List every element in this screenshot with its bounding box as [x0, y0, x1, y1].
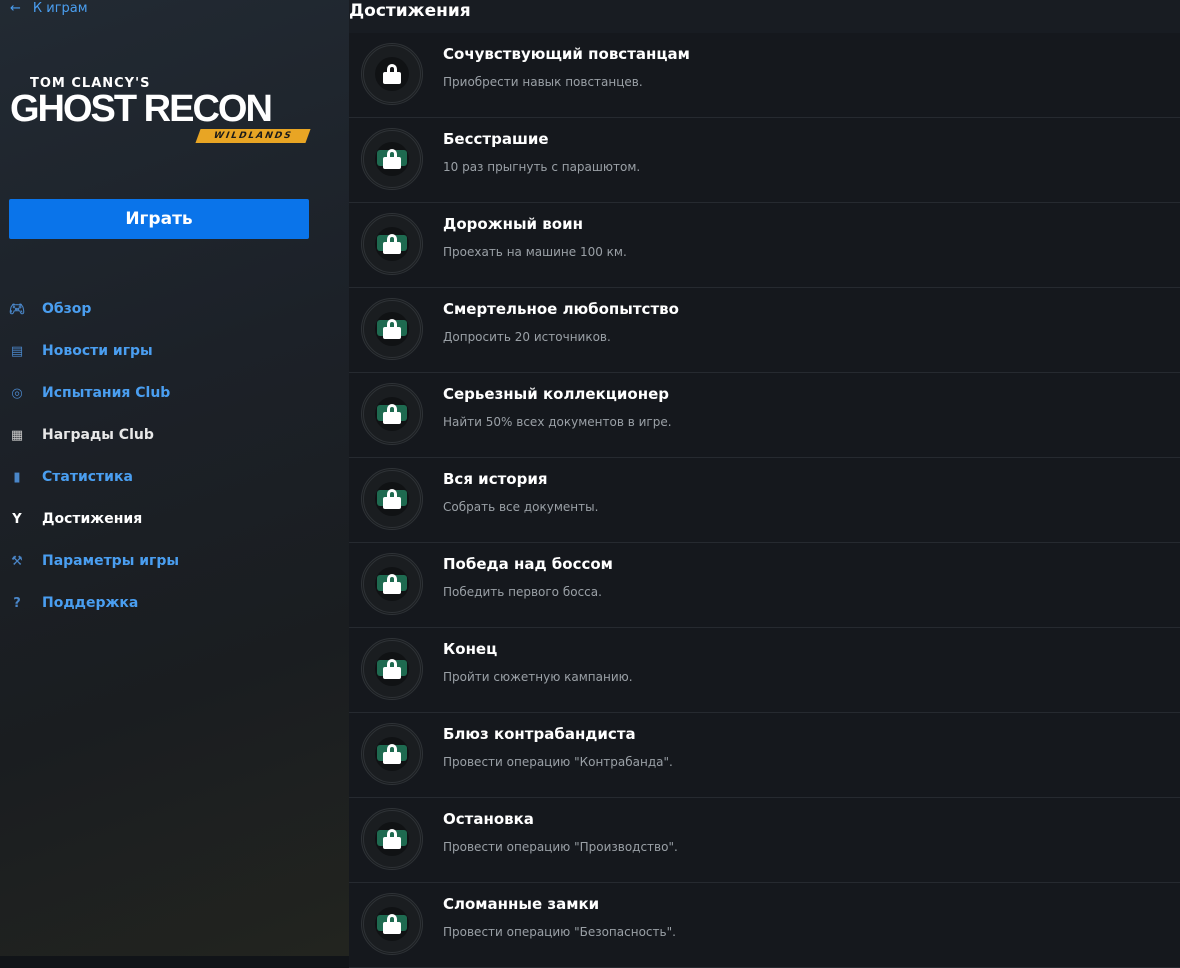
sidebar: ← К играм TOM CLANCY'S GHOST RECON WILDL… [0, 0, 349, 956]
achievement-description: Пройти сюжетную кампанию. [443, 670, 633, 684]
achievement-description: Победить первого босса. [443, 585, 602, 599]
achievement-row[interactable]: Вся история Собрать все документы. [349, 458, 1180, 543]
achievement-name: Дорожный воин [443, 215, 583, 233]
achievement-row[interactable]: Остановка Провести операцию "Производств… [349, 798, 1180, 883]
achievement-badge [361, 553, 423, 615]
wrench-icon: ⚒ [11, 553, 23, 569]
achievement-badge [361, 808, 423, 870]
achievement-badge [361, 638, 423, 700]
lock-icon [383, 319, 401, 339]
achievement-name: Смертельное любопытство [443, 300, 679, 318]
achievement-row[interactable]: Блюз контрабандиста Провести операцию "К… [349, 713, 1180, 798]
lock-icon [383, 574, 401, 594]
achievement-row[interactable]: Победа над боссом Победить первого босса… [349, 543, 1180, 628]
achievement-badge [361, 723, 423, 785]
achievement-badge [361, 298, 423, 360]
achievement-description: Допросить 20 источников. [443, 330, 611, 344]
play-button[interactable]: Играть [9, 199, 309, 239]
game-logo: TOM CLANCY'S GHOST RECON WILDLANDS [10, 72, 311, 144]
sidebar-item[interactable]: ◎ Испытания Club [9, 385, 170, 401]
arrow-left-icon: ← [10, 1, 21, 16]
achievement-name: Серьезный коллекционер [443, 385, 669, 403]
achievement-description: Провести операцию "Производство". [443, 840, 678, 854]
news-icon: ▤ [10, 343, 24, 359]
achievement-row[interactable]: Сломанные замки Провести операцию "Безоп… [349, 883, 1180, 968]
lock-icon [383, 64, 401, 84]
achievement-name: Бесстрашие [443, 130, 549, 148]
sidebar-item-label: Поддержка [42, 595, 139, 611]
sidebar-item[interactable]: Y Достижения [9, 511, 142, 527]
lock-icon [383, 404, 401, 424]
medal-icon: Y [12, 511, 22, 527]
sidebar-item-label: Обзор [42, 301, 92, 317]
sidebar-item-label: Испытания Club [42, 385, 171, 401]
bar-chart-icon: ▮ [13, 469, 21, 485]
back-label: К играм [32, 1, 88, 16]
sidebar-item-label: Новости игры [42, 343, 153, 359]
achievement-name: Победа над боссом [443, 555, 613, 573]
achievement-name: Сломанные замки [443, 895, 600, 913]
achievement-name: Блюз контрабандиста [443, 725, 636, 743]
achievement-description: Собрать все документы. [443, 500, 599, 514]
achievement-badge [361, 213, 423, 275]
achievement-description: Приобрести навык повстанцев. [443, 75, 643, 89]
achievement-badge [361, 893, 423, 955]
sidebar-item-label: Параметры игры [42, 553, 180, 569]
sidebar-item[interactable]: ▦ Награды Club [9, 427, 154, 443]
achievement-row[interactable]: Смертельное любопытство Допросить 20 ист… [349, 288, 1180, 373]
achievement-row[interactable]: Дорожный воин Проехать на машине 100 км. [349, 203, 1180, 288]
achievement-name: Остановка [443, 810, 534, 828]
achievement-description: 10 раз прыгнуть с парашютом. [443, 160, 641, 174]
achievement-description: Провести операцию "Безопасность". [443, 925, 676, 939]
sidebar-item[interactable]: ⚒ Параметры игры [9, 553, 179, 569]
achievements-panel: Достижения Сочувствующий повстанцам Прио… [349, 0, 1180, 968]
page-title: Достижения [349, 0, 1180, 33]
sidebar-item[interactable]: ? Поддержка [9, 595, 138, 611]
achievement-badge [361, 383, 423, 445]
lock-icon [383, 489, 401, 509]
achievement-row[interactable]: Бесстрашие 10 раз прыгнуть с парашютом. [349, 118, 1180, 203]
logo-line2: GHOST RECON [10, 88, 273, 130]
sidebar-item-label: Награды Club [42, 427, 154, 443]
lock-icon [383, 829, 401, 849]
target-icon: ◎ [11, 385, 23, 401]
help-icon: ? [13, 595, 21, 611]
logo-line3: WILDLANDS [195, 129, 311, 143]
achievement-description: Найти 50% всех документов в игре. [443, 415, 672, 429]
sidebar-item[interactable]: 🎮︎ Обзор [9, 301, 91, 317]
lock-icon [383, 149, 401, 169]
achievement-badge [361, 468, 423, 530]
lock-icon [383, 659, 401, 679]
lock-icon [383, 744, 401, 764]
achievement-badge [361, 128, 423, 190]
sidebar-item-label: Статистика [42, 469, 133, 485]
sidebar-item-label: Достижения [42, 511, 143, 527]
achievement-row[interactable]: Сочувствующий повстанцам Приобрести навы… [349, 33, 1180, 118]
lock-icon [383, 234, 401, 254]
achievement-name: Конец [443, 640, 498, 658]
achievement-description: Провести операцию "Контрабанда". [443, 755, 673, 769]
sidebar-item[interactable]: ▤ Новости игры [9, 343, 153, 359]
achievement-name: Сочувствующий повстанцам [443, 45, 690, 63]
achievement-name: Вся история [443, 470, 548, 488]
achievement-row[interactable]: Конец Пройти сюжетную кампанию. [349, 628, 1180, 713]
gift-icon: ▦ [10, 427, 24, 443]
back-to-games-link[interactable]: ← К играм [10, 1, 88, 16]
lock-icon [383, 914, 401, 934]
sidebar-item[interactable]: ▮ Статистика [9, 469, 133, 485]
achievement-badge [361, 43, 423, 105]
achievement-description: Проехать на машине 100 км. [443, 245, 627, 259]
achievement-row[interactable]: Серьезный коллекционер Найти 50% всех до… [349, 373, 1180, 458]
gamepad-icon: 🎮︎ [9, 301, 26, 317]
